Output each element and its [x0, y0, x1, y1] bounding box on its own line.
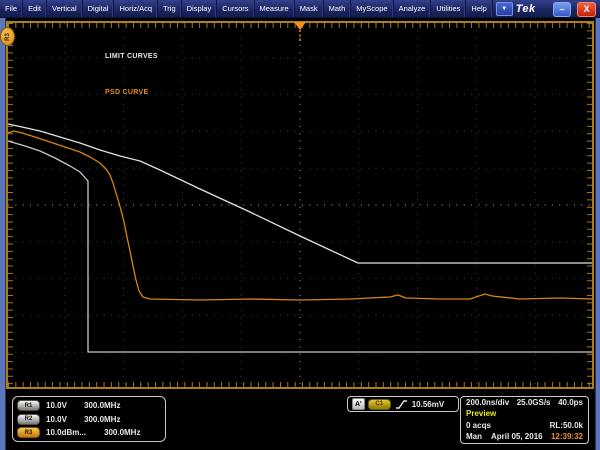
record-length: RL:50.0k	[549, 420, 583, 430]
resolution: 40.0ps	[558, 398, 583, 407]
close-button[interactable]: X	[577, 2, 596, 17]
menu-item-myscope[interactable]: MyScope	[351, 0, 394, 17]
r3-reference-label: R3	[4, 32, 11, 41]
menu-item-horiz-acq[interactable]: Horiz/Acq	[114, 0, 158, 17]
window-frame-left	[0, 17, 6, 450]
sample-rate: 25.0GS/s	[516, 398, 551, 407]
trigger-source-badge[interactable]: C1	[367, 398, 391, 410]
r2-scale: 10.0V	[46, 414, 67, 424]
r1-bandwidth: 300.0MHz	[84, 401, 121, 411]
graticule-border	[6, 21, 594, 389]
menu-item-trig[interactable]: Trig	[158, 0, 182, 17]
trigger-readout-box[interactable]: A' C1 10.56mV	[347, 396, 459, 412]
oscilloscope-screen: File Edit Vertical Digital Horiz/Acq Trig Disp…	[0, 0, 600, 450]
horizontal-scale: 200.0ns/div	[466, 398, 510, 407]
close-icon: X	[583, 4, 590, 14]
window-frame-right	[595, 17, 600, 450]
tek-logo: Tek	[515, 2, 536, 15]
limit-curves-label: LIMIT CURVES	[105, 53, 158, 60]
menu-item-digital[interactable]: Digital	[83, 0, 115, 17]
upper-limit-curve	[7, 123, 592, 264]
menu-item-math[interactable]: Math	[324, 0, 352, 17]
horizontal-readout-box[interactable]: 200.0ns/div 25.0GS/s 40.0ps Preview 0 ac…	[460, 396, 589, 444]
acquisition-count: 0 acqs	[466, 420, 491, 430]
graticule-grid	[8, 23, 592, 387]
menu-items: File Edit Vertical Digital Horiz/Acq Trig Disp…	[0, 0, 493, 17]
graticule	[6, 21, 594, 389]
date-display: April 05, 2016	[491, 431, 543, 441]
trigger-event-badge[interactable]: A'	[352, 398, 365, 410]
menu-item-cursors[interactable]: Cursors	[217, 0, 255, 17]
menu-item-measure[interactable]: Measure	[255, 0, 295, 17]
r2-bandwidth: 300.0MHz	[84, 414, 121, 424]
menu-item-mask[interactable]: Mask	[295, 0, 324, 17]
menu-overflow-button[interactable]: ▼	[495, 2, 513, 16]
trigger-level: 10.56mV	[411, 399, 445, 409]
run-mode: Man	[466, 431, 482, 441]
minimize-button[interactable]: –	[552, 2, 572, 17]
r3-reference-marker[interactable]: R3	[0, 27, 15, 46]
rising-edge-icon	[395, 399, 408, 410]
time-display: 12:39:32	[550, 431, 583, 441]
menu-item-file[interactable]: File	[0, 0, 24, 17]
menu-bar: File Edit Vertical Digital Horiz/Acq Trig Disp…	[0, 0, 600, 18]
preview-status: Preview	[466, 409, 497, 419]
r1-scale: 10.0V	[46, 401, 67, 411]
chevron-down-icon: ▼	[501, 6, 508, 12]
lower-limit-curve	[7, 140, 592, 353]
minimize-icon: –	[559, 4, 565, 14]
channel-row-r1[interactable]: R1 10.0V 300.0MHz	[17, 399, 161, 413]
r2-channel-badge[interactable]: R2	[17, 413, 40, 425]
r3-channel-badge[interactable]: R3	[17, 427, 40, 439]
r3-scale: 10.0dBm...	[46, 428, 87, 438]
channel-row-r2[interactable]: R2 10.0V 300.0MHz	[17, 413, 161, 427]
channel-readout-box[interactable]: R1 10.0V 300.0MHz R2 10.0V 300.0MHz R3 1…	[12, 396, 166, 442]
psd-curve-label: PSD CURVE	[105, 89, 149, 96]
r3-bandwidth: 300.0MHz	[104, 428, 141, 438]
channel-row-r3[interactable]: R3 10.0dBm... 300.0MHz	[17, 426, 161, 440]
r1-channel-badge[interactable]: R1	[17, 400, 40, 412]
menu-item-utilities[interactable]: Utilities	[431, 0, 467, 17]
psd-curve	[7, 130, 593, 301]
menu-item-vertical[interactable]: Vertical	[47, 0, 83, 17]
menu-item-edit[interactable]: Edit	[23, 0, 48, 17]
menu-item-display[interactable]: Display	[182, 0, 218, 17]
menu-item-analyze[interactable]: Analyze	[394, 0, 432, 17]
menu-item-help[interactable]: Help	[466, 0, 493, 17]
